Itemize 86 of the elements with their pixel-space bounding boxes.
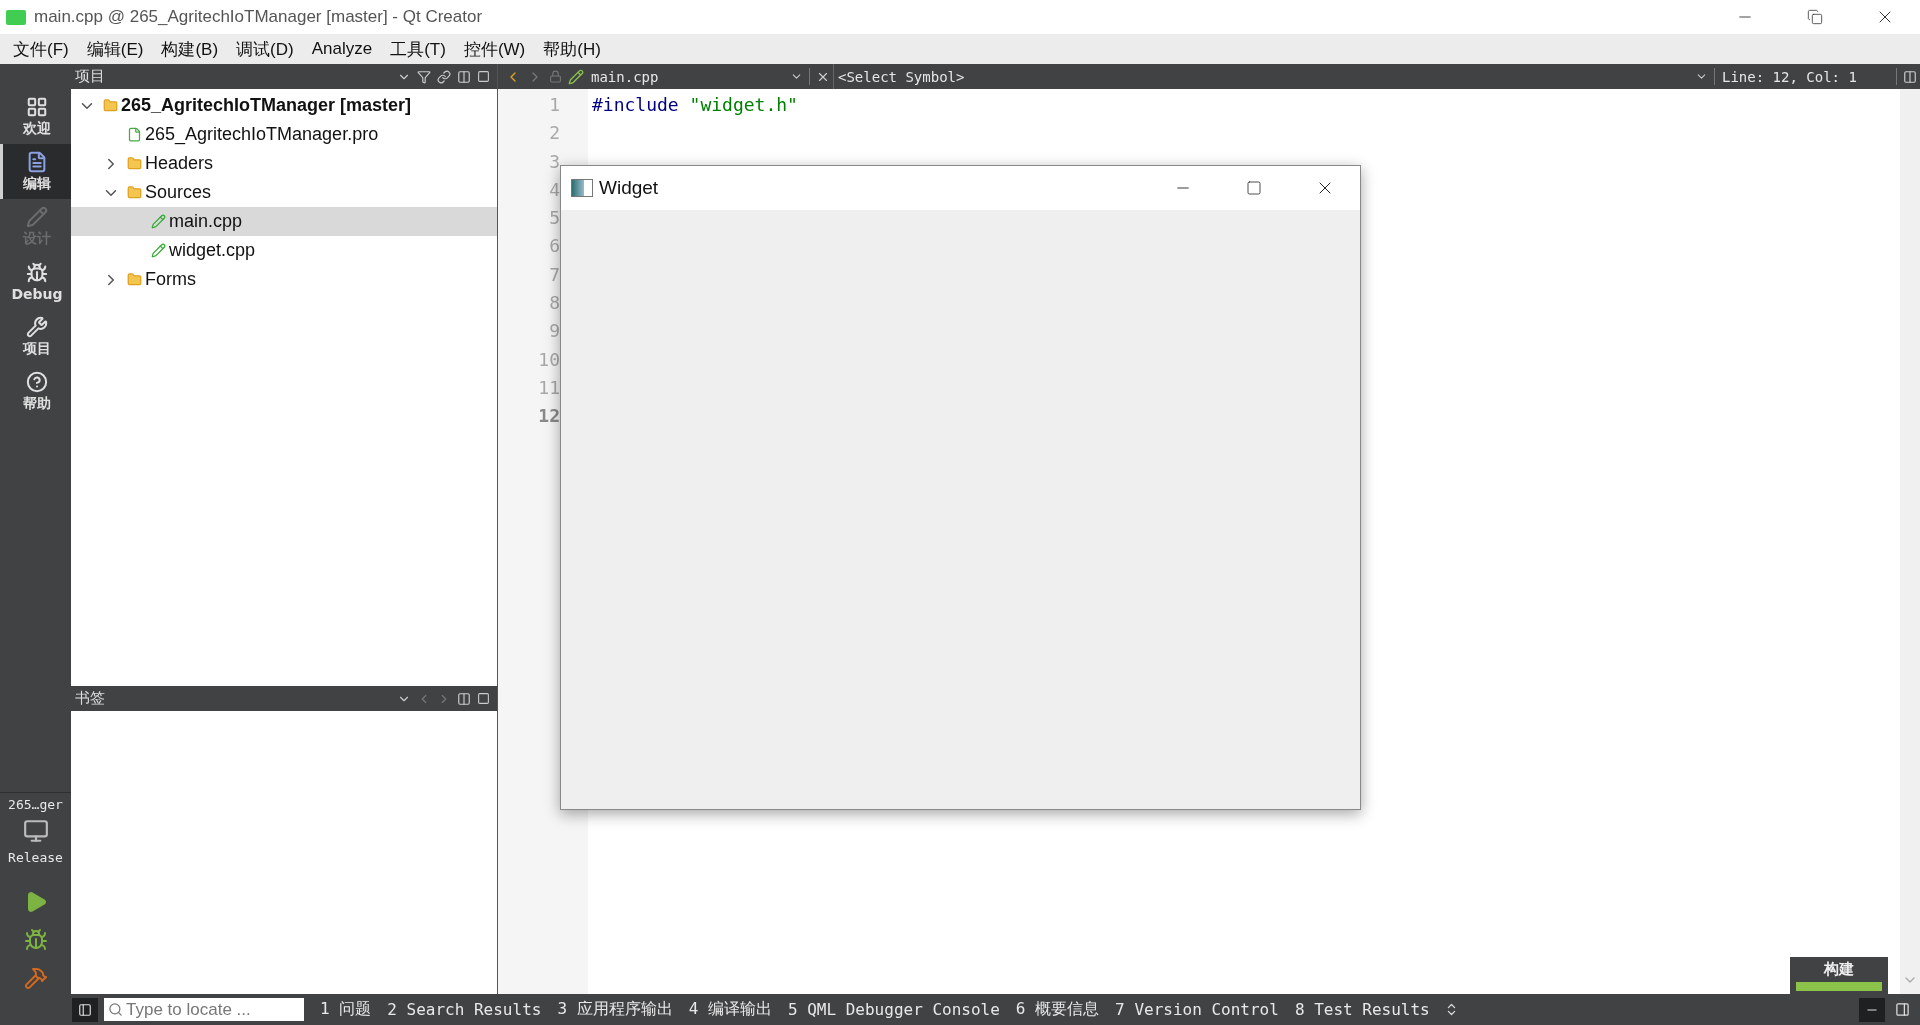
tree-item[interactable]: widget.cpp xyxy=(71,236,497,265)
line-number: 9 xyxy=(549,320,560,342)
output-tab[interactable]: 4 编译输出 xyxy=(680,999,780,1020)
tree-item[interactable]: Sources xyxy=(71,178,497,207)
line-number: 11 xyxy=(538,376,560,398)
grid-icon xyxy=(26,95,48,118)
split-icon[interactable] xyxy=(457,69,471,84)
app-logo-icon xyxy=(6,9,26,25)
menu-item[interactable]: 控件(W) xyxy=(454,37,535,61)
code-token: "widget.h" xyxy=(688,94,798,115)
output-pane-button[interactable] xyxy=(1859,997,1885,1022)
line-number: 2 xyxy=(549,122,560,144)
line-number: 4 xyxy=(549,178,560,200)
sidebar-toggle-button[interactable] xyxy=(72,997,98,1022)
source-file-icon xyxy=(568,68,584,85)
link-icon[interactable] xyxy=(437,69,451,84)
tree-item[interactable]: 265_AgritechIoTManager.pro xyxy=(71,120,497,149)
close-panel-icon[interactable] xyxy=(477,70,490,83)
line-number: 7 xyxy=(549,263,560,285)
close-panel-icon[interactable] xyxy=(477,692,490,705)
line-number: 3 xyxy=(549,150,560,172)
output-tab[interactable]: 6 概要信息 xyxy=(1007,999,1108,1020)
split-icon[interactable] xyxy=(457,691,471,706)
output-tab[interactable]: 2 Search Results xyxy=(379,1000,550,1019)
panel-title: 书签 xyxy=(75,689,106,708)
menu-item[interactable]: 调试(D) xyxy=(227,37,303,61)
restore-icon[interactable] xyxy=(1807,9,1823,25)
folder-icon xyxy=(126,156,142,171)
wrench-icon xyxy=(26,315,48,338)
output-tab[interactable]: 3 应用程序输出 xyxy=(549,999,681,1020)
folder-icon xyxy=(126,272,142,287)
build-progress: 构建 xyxy=(1790,957,1888,994)
bug-icon xyxy=(26,261,48,284)
open-file-label[interactable]: main.cpp xyxy=(587,68,787,85)
window-icon xyxy=(571,179,593,197)
monitor-icon[interactable] xyxy=(22,818,49,844)
line-number: 10 xyxy=(538,348,560,370)
pencil-icon xyxy=(26,205,48,228)
source-file-icon xyxy=(150,214,166,229)
widget-window-title: Widget xyxy=(599,177,660,199)
tree-item[interactable]: main.cpp xyxy=(71,207,497,236)
output-tab[interactable]: 1 问题 xyxy=(312,999,380,1020)
split-icon[interactable] xyxy=(1903,69,1917,84)
maximize-icon[interactable] xyxy=(1245,180,1262,196)
window-title: main.cpp @ 265_AgritechIoTManager [master] - Qt Creator xyxy=(34,7,484,27)
debug-run-icon[interactable] xyxy=(23,928,48,952)
line-number: 6 xyxy=(549,235,560,257)
search-icon xyxy=(108,1002,123,1017)
sidebar-icon[interactable] xyxy=(78,1002,92,1017)
build-hammer-icon[interactable] xyxy=(23,966,48,990)
folder-icon xyxy=(126,185,142,200)
mode-button[interactable]: Debug xyxy=(0,254,71,309)
line-number: 8 xyxy=(549,292,560,314)
scrollbar[interactable] xyxy=(1900,89,1920,994)
line-number: 5 xyxy=(549,207,560,229)
menu-item[interactable]: 帮助(H) xyxy=(534,37,610,61)
menu-item[interactable]: Analyze xyxy=(302,39,382,59)
right-sidebar-icon[interactable] xyxy=(1895,1002,1910,1017)
cursor-position-label: Line: 12, Col: 1 xyxy=(1721,68,1858,85)
output-tab[interactable]: 8 Test Results xyxy=(1286,1000,1438,1019)
panel-title: 项目 xyxy=(75,67,106,86)
symbol-selector[interactable]: <Select Symbol> xyxy=(834,68,1692,85)
menu-item[interactable]: 文件(F) xyxy=(4,37,78,61)
help-icon xyxy=(26,370,48,393)
mode-button[interactable]: 编辑 xyxy=(0,144,71,199)
build-config-label: Release xyxy=(7,849,64,867)
mode-button[interactable]: 项目 xyxy=(0,309,71,364)
output-tab[interactable]: 7 Version Control xyxy=(1107,1000,1287,1019)
menu-item[interactable]: 编辑(E) xyxy=(77,37,153,61)
file-icon xyxy=(126,127,142,142)
tree-item[interactable]: Headers xyxy=(71,149,497,178)
document-icon xyxy=(26,150,48,173)
output-tab[interactable]: 5 QML Debugger Console xyxy=(779,1000,1008,1019)
menu-item[interactable]: 工具(T) xyxy=(381,37,455,61)
source-file-icon xyxy=(150,243,166,258)
filter-icon[interactable] xyxy=(417,69,431,84)
code-token: #include xyxy=(592,94,679,115)
line-number: 12 xyxy=(538,405,560,427)
locator-field[interactable]: Type to locate ... xyxy=(104,998,304,1021)
mode-button[interactable]: 欢迎 xyxy=(0,89,71,144)
menu-item[interactable]: 构建(B) xyxy=(152,37,228,61)
tree-item[interactable]: 265_AgritechIoTManager [master] xyxy=(71,91,497,120)
tree-item[interactable]: Forms xyxy=(71,265,497,294)
mode-button[interactable]: 帮助 xyxy=(0,364,71,419)
folder-icon xyxy=(102,98,118,113)
line-number: 1 xyxy=(549,94,560,115)
